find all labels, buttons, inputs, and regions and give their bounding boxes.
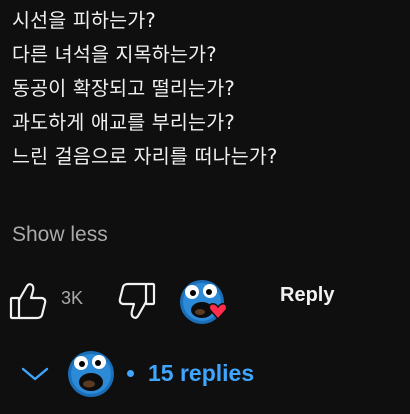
creator-heart-badge xyxy=(178,278,234,328)
chevron-down-icon xyxy=(21,367,49,381)
comment-action-bar: 3K Reply xyxy=(0,270,410,330)
view-replies-button[interactable]: 15 replies xyxy=(0,346,410,402)
like-button[interactable] xyxy=(4,278,50,324)
comment-line: 과도하게 애교를 부리는가? xyxy=(12,111,235,134)
creator-avatar-heart-icon xyxy=(180,280,228,324)
reply-button[interactable]: Reply xyxy=(280,284,334,307)
like-count: 3K xyxy=(61,288,84,308)
thumbs-down-icon xyxy=(118,282,156,319)
thumbs-up-icon xyxy=(9,283,47,320)
comment-line: 시선을 피하는가? xyxy=(12,9,156,32)
comment-text: 시선을 피하는가? 다른 녀석을 지목하는가? 동공이 확장되고 떨리는가? 과… xyxy=(12,4,402,174)
replies-count-label: 15 replies xyxy=(148,360,255,386)
comment-line: 동공이 확장되고 떨리는가? xyxy=(12,77,235,100)
cookie-monster-avatar-icon xyxy=(68,351,114,397)
show-less-button[interactable]: Show less xyxy=(12,218,108,252)
comment-line: 다른 녀석을 지목하는가? xyxy=(12,43,217,66)
replier-avatar xyxy=(66,350,116,398)
dislike-button[interactable] xyxy=(115,278,161,324)
comment-line: 느린 걸음으로 자리를 떠나는가? xyxy=(12,145,278,168)
separator-dot xyxy=(127,370,134,377)
